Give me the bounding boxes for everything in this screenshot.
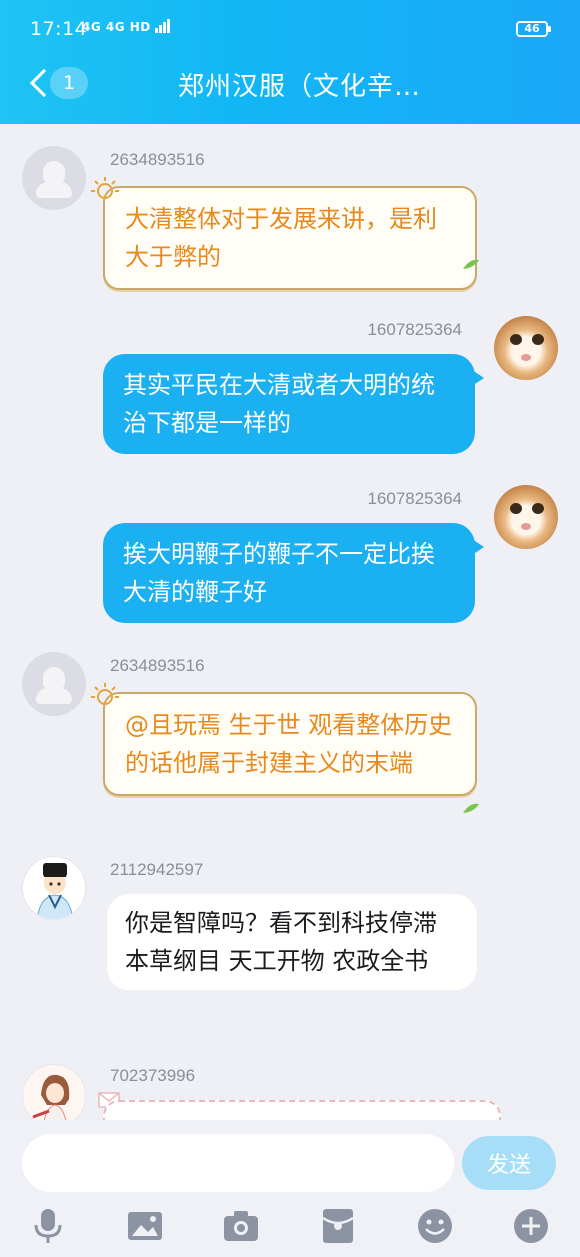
sun-decoration-icon	[91, 683, 119, 705]
sun-decoration-icon	[91, 177, 119, 199]
message-bubble[interactable]: 大清整体对于发展来讲，是利大于弊的	[103, 186, 477, 290]
plus-icon[interactable]	[511, 1206, 551, 1246]
avatar[interactable]	[494, 485, 558, 549]
avatar[interactable]	[22, 652, 86, 716]
message-item: 2634893516 @且玩焉 生于世 观看整体历史的话他属于封建主义的末端	[0, 630, 580, 830]
leaf-decoration-icon	[463, 259, 479, 269]
sender-id: 702373996	[110, 1066, 196, 1085]
message-item: 702373996	[0, 1054, 580, 1120]
signal-icon: 4G 4G HD	[82, 19, 171, 36]
battery-level: 46	[524, 22, 540, 35]
header: 17:14 4G 4G HD 46 1 郑州汉服（文化辛…	[0, 0, 580, 124]
message-item: 2634893516 大清整体对于发展来讲，是利大于弊的	[0, 124, 580, 290]
avatar[interactable]	[494, 316, 558, 380]
camera-icon[interactable]	[221, 1206, 261, 1246]
message-list[interactable]: 2634893516 大清整体对于发展来讲，是利大于弊的 1607825364 …	[0, 124, 580, 1120]
sender-id: 2634893516	[110, 656, 205, 675]
message-input[interactable]	[22, 1134, 454, 1192]
image-icon[interactable]	[125, 1206, 165, 1246]
bubble-tail	[472, 370, 484, 386]
signal-bars-icon	[155, 19, 171, 36]
back-button[interactable]: 1	[24, 66, 94, 100]
microphone-icon[interactable]	[28, 1206, 68, 1246]
input-bar: 发送	[0, 1120, 580, 1257]
battery-icon: 46	[516, 21, 551, 37]
unread-count-badge: 1	[50, 67, 88, 99]
network-label: 4G 4G HD	[82, 20, 151, 34]
message-item: 1607825364 其实平民在大清或者大明的统治下都是一样的	[0, 314, 580, 454]
red-packet-icon[interactable]	[318, 1206, 358, 1246]
avatar[interactable]	[22, 146, 86, 210]
status-time: 17:14	[30, 18, 88, 40]
sender-id: 1607825364	[367, 320, 462, 339]
avatar[interactable]	[22, 1064, 86, 1120]
message-bubble[interactable]: 你是智障吗？看不到科技停滞 本草纲目 天工开物 农政全书	[107, 894, 477, 990]
message-item: 1607825364 挨大明鞭子的鞭子不一定比挨大清的鞭子好	[0, 483, 580, 623]
message-bubble[interactable]: @且玩焉 生于世 观看整体历史的话他属于封建主义的末端	[103, 692, 477, 796]
girl-avatar-icon	[32, 1074, 70, 1120]
sender-id: 1607825364	[367, 489, 462, 508]
message-bubble[interactable]	[103, 1100, 501, 1120]
bubble-tail	[472, 539, 484, 555]
chat-title[interactable]: 郑州汉服（文化辛…	[178, 66, 421, 103]
emoji-icon[interactable]	[415, 1206, 455, 1246]
hanfu-avatar-icon	[36, 863, 74, 919]
sender-id: 2634893516	[110, 150, 205, 169]
leaf-decoration-icon	[463, 803, 479, 813]
send-button[interactable]: 发送	[462, 1136, 556, 1190]
avatar[interactable]	[22, 856, 86, 920]
message-bubble[interactable]: 挨大明鞭子的鞭子不一定比挨大清的鞭子好	[103, 523, 475, 623]
sender-id: 2112942597	[110, 860, 204, 879]
message-bubble[interactable]: 其实平民在大清或者大明的统治下都是一样的	[103, 354, 475, 454]
status-bar: 17:14 4G 4G HD 46	[0, 0, 580, 58]
message-item: 2112942597 你是智障吗？看不到科技停滞 本草纲目 天工开物 农政全书	[0, 836, 580, 1036]
